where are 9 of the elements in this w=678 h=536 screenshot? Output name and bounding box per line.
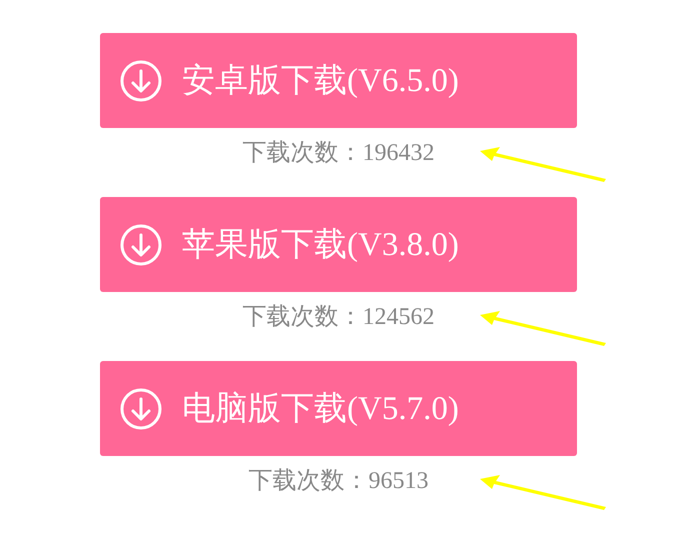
download-button[interactable]: 安卓版下载(V6.5.0) (100, 33, 577, 128)
download-count: 下载次数：96513 (248, 467, 428, 496)
download-count: 下载次数：124562 (242, 303, 434, 332)
download-button[interactable]: 苹果版下载(V3.8.0) (100, 197, 577, 292)
download-icon (120, 224, 162, 266)
download-icon (120, 388, 162, 430)
download-count: 下载次数：196432 (242, 139, 434, 168)
download-icon (120, 60, 162, 102)
download-button[interactable]: 电脑版下载(V5.7.0) (100, 361, 577, 456)
